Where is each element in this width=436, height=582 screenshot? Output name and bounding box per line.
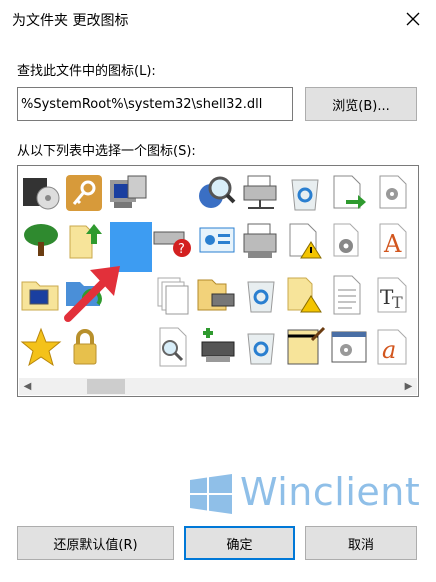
recycle-bin-empty-icon[interactable] — [240, 326, 282, 368]
scroll-left-arrow[interactable]: ◀ — [19, 378, 36, 395]
horizontal-scrollbar[interactable]: ◀ ▶ — [19, 378, 417, 395]
fax-printer-icon[interactable] — [240, 220, 282, 262]
document-search-icon[interactable] — [152, 326, 194, 368]
folder-up-arrow-icon[interactable] — [64, 220, 106, 262]
close-icon — [406, 12, 420, 26]
svg-text:A: A — [383, 230, 402, 258]
ok-button[interactable]: 确定 — [184, 526, 295, 560]
settings-window-icon[interactable] — [328, 326, 370, 368]
key-icon[interactable] — [64, 172, 106, 214]
search-globe-icon[interactable] — [196, 172, 238, 214]
font-a-icon[interactable]: A — [372, 220, 414, 262]
tree-icon[interactable] — [20, 220, 62, 262]
drive-error-icon[interactable]: ? — [152, 220, 194, 262]
network-computer-icon[interactable] — [108, 172, 150, 214]
cancel-button[interactable]: 取消 — [305, 526, 417, 560]
gear-document-icon[interactable] — [372, 172, 414, 214]
scroll-thumb[interactable] — [87, 379, 125, 394]
star-icon[interactable] — [20, 326, 62, 368]
font-tt-icon[interactable]: TT — [372, 274, 414, 316]
printer-network-icon[interactable] — [240, 172, 282, 214]
svg-text:T: T — [392, 293, 403, 312]
recycle-bin-icon[interactable] — [284, 172, 326, 214]
icon-list[interactable]: ? A TT a ◀ ▶ — [17, 165, 419, 397]
watermark-text: Winclient — [240, 470, 421, 514]
documents-stack-icon[interactable] — [152, 274, 194, 316]
window-title: 为文件夹 更改图标 — [12, 13, 129, 29]
svg-text:?: ? — [178, 242, 185, 257]
scroll-right-arrow[interactable]: ▶ — [400, 378, 417, 395]
control-panel-icon[interactable] — [196, 220, 238, 262]
close-button[interactable] — [390, 0, 436, 38]
file-label: 查找此文件中的图标(L): — [17, 64, 156, 79]
windows-logo-icon — [190, 474, 232, 514]
restore-default-button[interactable]: 还原默认值(R) — [17, 526, 174, 560]
recycle-bin-full-icon[interactable] — [240, 274, 282, 316]
folder-printer-icon[interactable] — [196, 274, 238, 316]
gear-icon[interactable] — [328, 220, 370, 262]
cd-drive-icon[interactable] — [20, 172, 62, 214]
printer-add-icon[interactable] — [196, 326, 238, 368]
lock-icon[interactable] — [64, 326, 106, 368]
font-a-italic-icon[interactable]: a — [372, 326, 414, 368]
title-bar: 为文件夹 更改图标 — [0, 0, 436, 38]
browse-button[interactable]: 浏览(B)... — [305, 87, 417, 121]
folder-warning-icon[interactable] — [284, 274, 326, 316]
folder-computer-icon[interactable] — [20, 274, 62, 316]
text-document-icon[interactable] — [328, 274, 370, 316]
document-arrow-icon[interactable] — [328, 172, 370, 214]
file-path-input[interactable] — [17, 87, 293, 121]
list-label: 从以下列表中选择一个图标(S): — [17, 144, 196, 159]
red-arrow-annotation — [64, 266, 120, 322]
notepad-icon[interactable] — [284, 326, 326, 368]
svg-text:a: a — [382, 336, 396, 364]
document-warning-icon[interactable] — [284, 220, 326, 262]
winclient-watermark: Winclient — [188, 470, 428, 520]
